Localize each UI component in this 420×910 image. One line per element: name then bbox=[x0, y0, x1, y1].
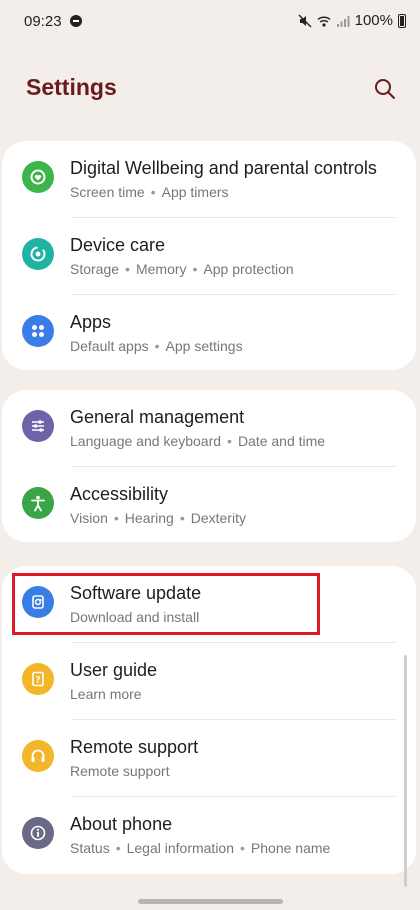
menu-item-device-care[interactable]: Device care Storage • Memory • App protectio… bbox=[2, 218, 416, 295]
mute-icon bbox=[298, 14, 312, 27]
settings-group-2: General management Language and keyboard… bbox=[2, 390, 416, 542]
menu-item-title: About phone bbox=[70, 814, 173, 834]
menu-item-apps[interactable]: Apps Default apps • App settings bbox=[2, 295, 416, 370]
do-not-disturb-icon bbox=[70, 15, 82, 27]
signal-icon bbox=[336, 15, 350, 27]
apps-icon bbox=[22, 315, 54, 347]
remote-support-icon bbox=[22, 740, 54, 772]
menu-item-subtitle: Remote support bbox=[70, 763, 170, 779]
menu-item-title: General management bbox=[70, 407, 245, 427]
menu-item-subtitle: Default apps • App settings bbox=[70, 338, 243, 354]
menu-item-remote-support[interactable]: Remote support Remote support bbox=[2, 720, 416, 797]
settings-group-1: Digital Wellbeing and parental controls … bbox=[2, 141, 416, 370]
menu-item-user-guide[interactable]: ? User guide Learn more bbox=[2, 643, 416, 720]
menu-item-subtitle: Vision • Hearing • Dexterity bbox=[70, 510, 246, 526]
status-indicators: 100% bbox=[298, 12, 406, 29]
svg-text:?: ? bbox=[35, 676, 40, 686]
menu-item-title: Device care bbox=[70, 235, 166, 255]
battery-percent: 100% bbox=[354, 12, 393, 29]
highlight-box bbox=[12, 573, 320, 635]
search-icon[interactable] bbox=[370, 74, 400, 104]
status-time: 09:23 bbox=[24, 13, 62, 30]
accessibility-icon bbox=[22, 487, 54, 519]
device-care-icon bbox=[22, 238, 54, 270]
menu-item-title: Accessibility bbox=[70, 484, 169, 504]
menu-item-title: Digital Wellbeing and parental controls bbox=[70, 158, 377, 178]
menu-item-subtitle: Status • Legal information • Phone name bbox=[70, 840, 331, 856]
menu-item-title: Remote support bbox=[70, 737, 199, 757]
menu-item-subtitle: Screen time • App timers bbox=[70, 184, 229, 200]
scrollbar[interactable] bbox=[404, 655, 407, 887]
menu-item-title: Apps bbox=[70, 312, 112, 332]
navigation-handle[interactable] bbox=[138, 899, 283, 904]
menu-item-subtitle: Language and keyboard • Date and time bbox=[70, 433, 326, 449]
menu-item-title: User guide bbox=[70, 660, 158, 680]
page-title: Settings bbox=[26, 74, 117, 100]
menu-item-digital-wellbeing[interactable]: Digital Wellbeing and parental controls … bbox=[2, 141, 416, 218]
about-phone-icon bbox=[22, 817, 54, 849]
menu-item-accessibility[interactable]: Accessibility Vision • Hearing • Dexterity bbox=[2, 467, 416, 542]
wifi-icon bbox=[317, 15, 331, 27]
menu-item-about-phone[interactable]: About phone Status • Legal information • Pho… bbox=[2, 797, 416, 874]
user-guide-icon: ? bbox=[22, 663, 54, 695]
menu-item-subtitle: Learn more bbox=[70, 686, 142, 702]
menu-item-general-management[interactable]: General management Language and keyboard… bbox=[2, 390, 416, 467]
status-bar: 09:23 100% bbox=[0, 0, 420, 44]
general-management-icon bbox=[22, 410, 54, 442]
battery-icon bbox=[398, 13, 406, 28]
digital-wellbeing-icon bbox=[22, 161, 54, 193]
menu-item-subtitle: Storage • Memory • App protection bbox=[70, 261, 294, 277]
